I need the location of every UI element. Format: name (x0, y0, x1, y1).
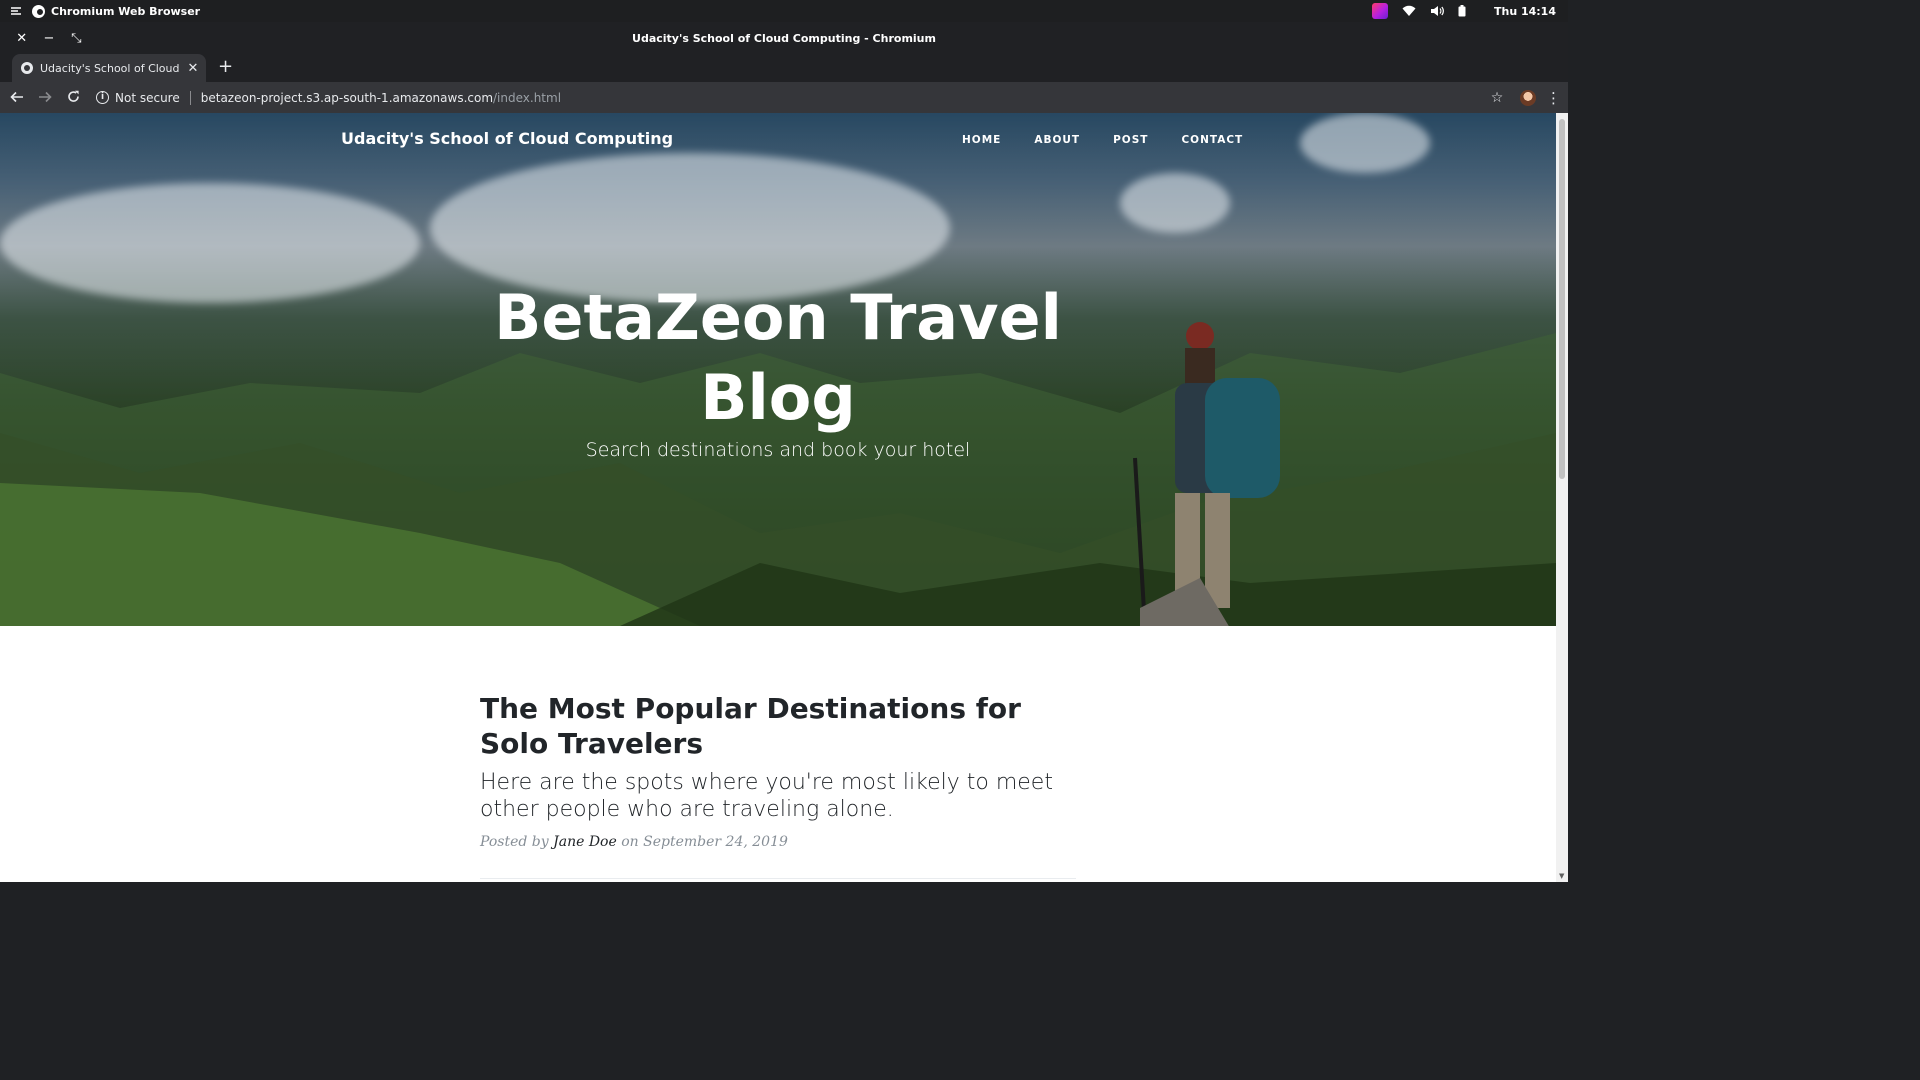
post-divider (480, 878, 1076, 879)
post-subtitle[interactable]: Here are the spots where you're most lik… (480, 769, 1076, 823)
bookmark-star-icon[interactable]: ☆ (1484, 90, 1510, 106)
site-navbar: Udacity's School of Cloud Computing HOME… (0, 113, 1556, 167)
nav-home-link[interactable]: HOME (962, 134, 1001, 146)
profile-avatar[interactable] (1520, 89, 1536, 106)
window-title: Udacity's School of Cloud Computing - Ch… (632, 31, 936, 45)
tab-active[interactable]: Udacity's School of Cloud C ✕ (12, 54, 206, 82)
scroll-down-arrow-icon[interactable]: ▼ (1559, 872, 1564, 880)
info-icon[interactable]: i (96, 91, 109, 104)
reload-icon[interactable] (60, 88, 86, 107)
hero-title-line2: Blog (700, 361, 856, 434)
page-scrollbar[interactable]: ▼ (1556, 113, 1568, 882)
cloud-shape (1120, 173, 1230, 233)
page-viewport: Udacity's School of Cloud Computing HOME… (0, 113, 1556, 882)
window-close-button[interactable]: ✕ (8, 31, 35, 46)
security-label[interactable]: Not secure (115, 91, 180, 105)
browser-toolbar: i Not secure betazeon-project.s3.ap-sout… (0, 82, 1568, 113)
hero-header: Udacity's School of Cloud Computing HOME… (0, 113, 1556, 626)
post-title-link[interactable]: The Most Popular Destinations for Solo T… (480, 691, 1076, 761)
system-tray: Thu 14:14 (1371, 3, 1568, 19)
url-path[interactable]: /index.html (493, 91, 561, 105)
wifi-icon[interactable] (1402, 5, 1416, 17)
nav-about-link[interactable]: ABOUT (1034, 134, 1080, 146)
post-preview[interactable]: The Most Popular Destinations for Solo T… (480, 691, 1076, 850)
address-bar[interactable]: i Not secure betazeon-project.s3.ap-sout… (96, 90, 561, 105)
os-top-bar: Chromium Web Browser Thu 14:14 (0, 0, 1568, 22)
active-app-name: Chromium Web Browser (51, 4, 201, 18)
hero-title: BetaZeon Travel Blog (0, 278, 1556, 438)
browser-menu-icon[interactable]: ⋮ (1546, 89, 1561, 107)
new-tab-button[interactable]: + (218, 54, 233, 82)
omnibox-divider (189, 90, 191, 105)
nav-contact-link[interactable]: CONTACT (1181, 134, 1243, 146)
nav-post-link[interactable]: POST (1113, 134, 1148, 146)
battery-icon[interactable] (1458, 5, 1466, 17)
post-date: September 24, 2019 (643, 834, 788, 850)
toolbar-right: ☆ ⋮ (1484, 89, 1568, 107)
hero-title-line1: BetaZeon Travel (494, 281, 1062, 354)
window-minimize-button[interactable]: − (35, 31, 62, 46)
site-brand-link[interactable]: Udacity's School of Cloud Computing (341, 129, 673, 148)
chromium-icon (32, 4, 45, 18)
forward-arrow-icon[interactable] (32, 88, 58, 107)
tab-strip: Udacity's School of Cloud C ✕ + (0, 54, 1568, 82)
scrollbar-thumb[interactable] (1559, 119, 1565, 479)
post-author-link[interactable]: Jane Doe (553, 834, 617, 850)
window-maximize-button[interactable]: ⤡ (63, 31, 90, 46)
post-meta-on: on (621, 834, 639, 850)
post-meta: Posted by Jane Doe on September 24, 2019 (480, 834, 1076, 850)
active-app-indicator[interactable]: Chromium Web Browser (32, 4, 201, 18)
post-meta-prefix: Posted by (480, 834, 549, 850)
activities-menu-icon[interactable] (0, 6, 32, 16)
clock[interactable]: Thu 14:14 (1494, 5, 1556, 18)
tab-title: Udacity's School of Cloud C (40, 61, 179, 75)
nav-links: HOME ABOUT POST CONTACT (962, 134, 1276, 146)
globe-favicon-icon (21, 62, 33, 74)
url-host[interactable]: betazeon-project.s3.ap-south-1.amazonaws… (201, 91, 493, 105)
volume-icon[interactable] (1430, 5, 1444, 17)
app-tray-icon[interactable] (1371, 3, 1388, 19)
back-arrow-icon[interactable] (4, 88, 30, 107)
hero-subtitle: Search destinations and book your hotel (585, 439, 971, 461)
tab-close-icon[interactable]: ✕ (186, 61, 200, 76)
window-controls: ✕ − ⤡ (0, 31, 90, 46)
window-title-bar: ✕ − ⤡ Udacity's School of Cloud Computin… (0, 22, 1568, 54)
